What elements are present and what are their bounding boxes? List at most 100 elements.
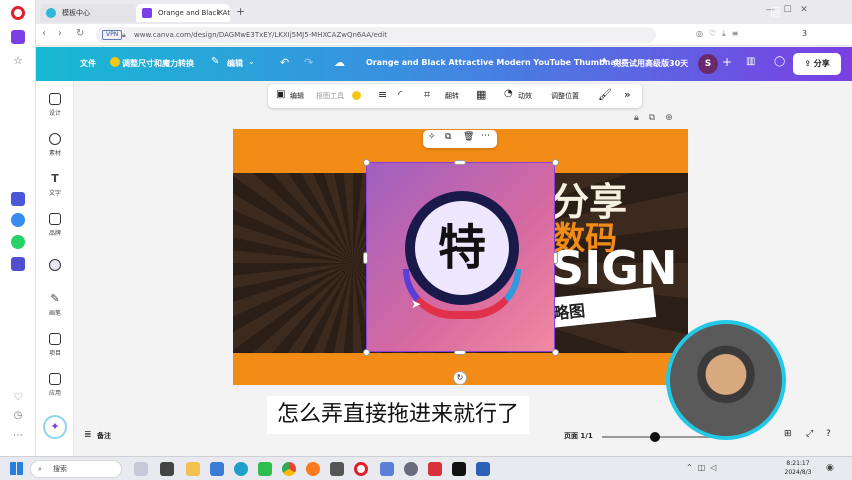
notes-button[interactable]: 备注 bbox=[97, 431, 111, 441]
more-options-icon[interactable]: » bbox=[624, 88, 631, 101]
delete-icon[interactable]: 🗑︎ bbox=[463, 132, 474, 142]
url-field[interactable]: VPN 🔒︎ www.canva.com/design/DAGMwE3TxEY/… bbox=[96, 27, 656, 43]
star-icon[interactable]: ☆ bbox=[11, 54, 25, 68]
notification-icon[interactable]: ◉ bbox=[826, 463, 834, 473]
chevron-down-icon[interactable]: ⌄ bbox=[248, 57, 255, 66]
transparency-icon[interactable]: ▦ bbox=[476, 88, 486, 101]
resize-handle-tr[interactable] bbox=[552, 159, 559, 166]
file-menu[interactable]: 文件 bbox=[80, 58, 96, 69]
app-red-icon[interactable] bbox=[428, 462, 442, 476]
reload-icon[interactable]: ↻ bbox=[76, 28, 84, 39]
position-button[interactable]: 调整位置 bbox=[551, 91, 579, 101]
avatar[interactable]: S bbox=[698, 54, 718, 74]
panel-design[interactable]: 设计 bbox=[36, 93, 74, 117]
messenger-icon[interactable] bbox=[11, 213, 25, 227]
edit-image-button[interactable]: 编辑 bbox=[290, 91, 304, 101]
cloud-icon[interactable]: ☁ bbox=[334, 56, 345, 69]
add-collaborator-icon[interactable]: + bbox=[722, 55, 732, 69]
capcut-icon[interactable] bbox=[452, 462, 466, 476]
crop-icon[interactable]: ⌗ bbox=[424, 88, 430, 102]
panel-uploads[interactable] bbox=[36, 259, 74, 274]
tab-design[interactable]: Orange and Black Attra × bbox=[136, 4, 230, 22]
resize-handle-top[interactable] bbox=[454, 160, 466, 165]
heart-icon[interactable]: ♡ bbox=[11, 392, 25, 406]
widgets-icon[interactable] bbox=[160, 462, 174, 476]
share-button[interactable]: ⇪ 分享 bbox=[793, 53, 841, 75]
back-icon[interactable]: ‹ bbox=[42, 28, 46, 39]
document-title[interactable]: Orange and Black Attractive Modern YouTu… bbox=[366, 58, 621, 67]
store-icon[interactable] bbox=[210, 462, 224, 476]
forward-icon[interactable]: › bbox=[58, 28, 62, 39]
volume-icon[interactable]: ◁ bbox=[710, 463, 721, 472]
resize-handle-bottom[interactable] bbox=[454, 350, 466, 355]
resize-handle-right[interactable] bbox=[553, 252, 558, 264]
animate-button[interactable]: 动效 bbox=[518, 91, 532, 101]
settings-gear-icon[interactable] bbox=[404, 462, 418, 476]
chevron-up-icon[interactable]: ⌃ bbox=[686, 463, 698, 472]
app-blue-icon[interactable] bbox=[380, 462, 394, 476]
resize-handle-bl[interactable] bbox=[363, 349, 370, 356]
opera-logo-icon[interactable] bbox=[11, 6, 25, 20]
redo-icon[interactable]: ↷ bbox=[304, 56, 313, 69]
network-icon[interactable]: ◫ bbox=[698, 463, 711, 472]
resize-button[interactable]: 调整尺寸和魔力转换 bbox=[122, 58, 194, 69]
chrome-icon[interactable] bbox=[282, 462, 296, 476]
border-style-icon[interactable]: ≡ bbox=[378, 88, 387, 101]
lock-page-icon[interactable]: 🔒︎ bbox=[634, 113, 649, 123]
duplicate-page-icon[interactable]: ⧉ bbox=[649, 113, 665, 123]
task-view-icon[interactable] bbox=[134, 462, 148, 476]
app-grid-icon[interactable] bbox=[330, 462, 344, 476]
close-window-icon[interactable]: ✕ bbox=[800, 5, 808, 15]
resize-handle-br[interactable] bbox=[552, 349, 559, 356]
word-icon[interactable] bbox=[476, 462, 490, 476]
canvas-text-sign[interactable]: SIGN bbox=[551, 241, 678, 295]
undo-icon[interactable]: ↶ bbox=[280, 56, 289, 69]
opera-icon[interactable] bbox=[354, 462, 368, 476]
aria-icon[interactable] bbox=[11, 30, 25, 44]
comment-icon[interactable]: ◯ bbox=[774, 56, 785, 67]
fullscreen-icon[interactable]: ⤢ bbox=[806, 429, 813, 439]
system-clock[interactable]: 8:21:17 2024/8/3 bbox=[778, 459, 818, 477]
wechat-icon[interactable] bbox=[258, 462, 272, 476]
whatsapp-icon[interactable] bbox=[11, 235, 25, 249]
more-icon[interactable]: ⋯ bbox=[481, 131, 490, 141]
edit-menu[interactable]: 编辑 bbox=[227, 58, 243, 69]
history-icon[interactable]: ◷ bbox=[11, 410, 25, 424]
panel-text[interactable]: T 文字 bbox=[36, 173, 74, 198]
plus-icon[interactable]: + bbox=[236, 5, 245, 18]
help-icon[interactable]: ? bbox=[826, 429, 831, 439]
magic-edit-icon[interactable]: ✧ bbox=[428, 132, 436, 142]
tab-count-badge[interactable]: 3 bbox=[802, 29, 807, 38]
taskbar-search[interactable]: ⌕ 搜索 bbox=[30, 460, 122, 478]
panel-draw[interactable]: ✎ 画笔 bbox=[36, 293, 74, 318]
resize-handle-tl[interactable] bbox=[363, 159, 370, 166]
paint-format-icon[interactable]: 🖌︎ bbox=[598, 88, 612, 101]
tab-templates[interactable]: 模板中心 bbox=[40, 4, 136, 22]
zoom-slider-thumb[interactable] bbox=[650, 432, 660, 442]
easy-setup-icon[interactable]: ≡ bbox=[732, 29, 745, 38]
panel-projects[interactable]: 项目 bbox=[36, 333, 74, 357]
notion-icon[interactable] bbox=[11, 192, 25, 206]
duplicate-icon[interactable]: ⧉ bbox=[445, 132, 451, 142]
edge-icon[interactable] bbox=[234, 462, 248, 476]
add-page-icon[interactable]: ⊕ bbox=[665, 113, 683, 123]
download-icon[interactable]: ⤓ bbox=[722, 29, 732, 38]
trial-button[interactable]: 免费试用高级版30天 bbox=[613, 58, 688, 69]
close-tab-icon[interactable]: × bbox=[216, 4, 224, 22]
windows-start-icon[interactable] bbox=[10, 462, 23, 475]
flip-button[interactable]: 翻转 bbox=[445, 91, 459, 101]
firefox-icon[interactable] bbox=[306, 462, 320, 476]
selected-image[interactable]: 特 ➤ bbox=[366, 162, 555, 352]
rotate-handle-icon[interactable]: ↻ bbox=[453, 371, 467, 385]
bookmark-icon[interactable]: ♡ bbox=[709, 29, 722, 38]
panel-brand[interactable]: 品牌 bbox=[36, 213, 74, 237]
analytics-icon[interactable]: ▥ bbox=[746, 56, 755, 67]
vpn-badge[interactable]: VPN bbox=[102, 30, 123, 40]
camera-icon[interactable]: ◎ bbox=[696, 29, 709, 38]
resize-handle-left[interactable] bbox=[363, 252, 368, 264]
page-indicator[interactable]: 页面 1/1 bbox=[564, 431, 593, 441]
bg-remover-button[interactable]: 抠图工具 bbox=[316, 91, 344, 101]
panel-elements[interactable]: 素材 bbox=[36, 133, 74, 157]
maximize-icon[interactable]: ☐ bbox=[784, 5, 792, 15]
corner-radius-icon[interactable]: ◜ bbox=[398, 88, 402, 101]
